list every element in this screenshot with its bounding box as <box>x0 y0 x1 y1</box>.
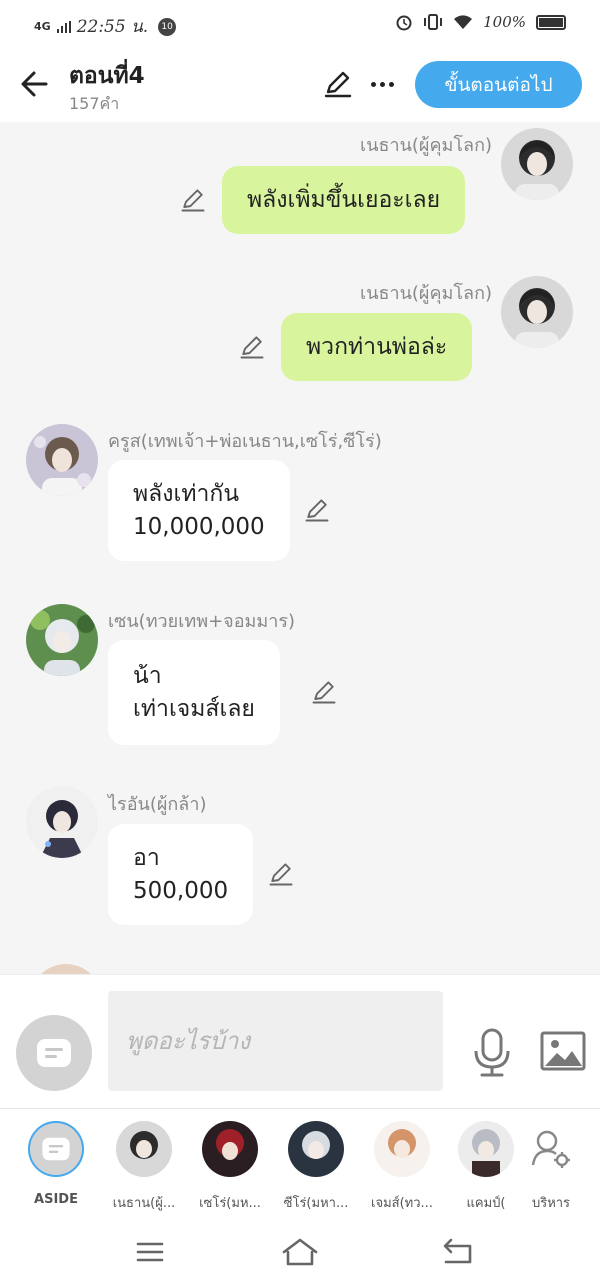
more-icon[interactable] <box>366 68 398 100</box>
character-item[interactable]: เนธาน(ผู้... <box>104 1121 184 1213</box>
avatar <box>28 1121 84 1177</box>
message-text-line: อา <box>133 844 160 871</box>
avatar[interactable] <box>30 964 102 974</box>
status-left: 4G 22:55 น. 10 <box>34 13 177 40</box>
avatar <box>374 1121 430 1177</box>
network-indicator: 4G <box>34 20 51 33</box>
next-step-button[interactable]: ขั้นตอนต่อไป <box>415 61 582 108</box>
status-bar: 4G 22:55 น. 10 100% <box>0 0 600 46</box>
message-input[interactable] <box>108 991 443 1091</box>
character-bar: ASIDE เนธาน(ผู้... เซโร่(มห... ซีโร่(มหา… <box>0 1108 600 1216</box>
avatar <box>288 1121 344 1177</box>
pencil-icon[interactable] <box>267 860 295 888</box>
manage-characters-button[interactable]: บริหาร <box>511 1121 591 1213</box>
battery-icon <box>536 14 566 30</box>
message-text-line: พลังเพิ่มขึ้นเยอะเลย <box>247 186 441 213</box>
character-label: ซีโร่(มหา... <box>283 1196 349 1211</box>
message-sender: เซน(ทวยเทพ+จอมมาร) <box>108 611 296 632</box>
avatar[interactable] <box>26 604 98 676</box>
message-text-line: น้า <box>133 662 162 689</box>
notification-badge: 10 <box>158 17 177 36</box>
chat-area[interactable]: เนธาน(ผู้คุมโลก) พลังเพิ่มขึ้นเยอะเลย เน… <box>0 122 600 974</box>
message-bubble[interactable]: พวกท่านพ่อล่ะ <box>281 313 473 381</box>
avatar[interactable] <box>501 276 573 348</box>
character-label: เซโร่(มห... <box>199 1196 261 1211</box>
image-icon[interactable] <box>540 1031 586 1071</box>
character-label: ASIDE <box>34 1192 78 1207</box>
avatar <box>202 1121 258 1177</box>
message-sender: ครูส(เทพเจ้า+พ่อเนธาน,เซโร่,ซีโร่) <box>108 431 382 452</box>
vibrate-icon <box>424 14 443 30</box>
aside-toggle-button[interactable] <box>16 1015 92 1091</box>
chapter-header: ตอนที่4 157คำ ขั้นตอนต่อไป <box>0 46 600 122</box>
avatar[interactable] <box>26 786 98 858</box>
message-bubble[interactable]: น้า เท่าเจมส์เลย <box>108 640 280 745</box>
avatar[interactable] <box>26 424 98 496</box>
character-item[interactable]: เซโร่(มห... <box>190 1121 270 1213</box>
message-sender: ไรอัน(ผู้กล้า) <box>108 794 207 815</box>
character-aside[interactable]: ASIDE <box>16 1121 96 1207</box>
message-bubble[interactable]: พลังเพิ่มขึ้นเยอะเลย <box>222 166 466 234</box>
pencil-icon[interactable] <box>238 333 266 361</box>
message-bubble[interactable]: อา 500,000 <box>108 824 254 925</box>
message-text-line: 500,000 <box>133 877 229 904</box>
chapter-title: ตอนที่4 <box>69 63 145 89</box>
status-time: 22:55 น. <box>76 17 149 37</box>
message-sender: เนธาน(ผู้คุมโลก) <box>360 135 492 156</box>
character-item[interactable]: เจมส์(ทว... <box>362 1121 442 1213</box>
aside-chat-icon <box>42 1137 70 1161</box>
signal-icon <box>56 20 71 33</box>
microphone-icon[interactable] <box>470 1027 514 1079</box>
character-label: เจมส์(ทว... <box>371 1196 433 1211</box>
manage-user-icon <box>523 1121 579 1177</box>
character-label: เนธาน(ผู้... <box>112 1196 176 1211</box>
message-sender: เนธาน(ผู้คุมโลก) <box>360 283 492 304</box>
pencil-icon[interactable] <box>310 678 338 706</box>
word-count: 157คำ <box>69 94 120 113</box>
message-text-line: พลังเท่ากัน <box>133 480 240 507</box>
message-composer <box>0 974 600 1108</box>
pencil-icon[interactable] <box>179 186 207 214</box>
status-right: 100% <box>395 13 566 31</box>
message-text-line: 10,000,000 <box>133 513 265 540</box>
system-nav-bar <box>0 1216 600 1287</box>
alarm-icon <box>396 15 412 31</box>
character-item[interactable]: ซีโร่(มหา... <box>276 1121 356 1213</box>
home-icon[interactable] <box>280 1234 320 1270</box>
back-arrow-icon[interactable] <box>16 64 56 104</box>
return-icon[interactable] <box>438 1234 478 1270</box>
message-text-line: พวกท่านพ่อล่ะ <box>306 333 448 360</box>
avatar <box>116 1121 172 1177</box>
wifi-icon <box>454 15 473 29</box>
message-text-line: เท่าเจมส์เลย <box>133 695 255 722</box>
avatar[interactable] <box>501 128 573 200</box>
pencil-icon[interactable] <box>322 68 354 100</box>
menu-icon[interactable] <box>130 1234 170 1270</box>
pencil-icon[interactable] <box>303 496 331 524</box>
avatar <box>458 1121 514 1177</box>
aside-chat-icon <box>37 1039 71 1067</box>
character-label: บริหาร <box>531 1196 571 1211</box>
battery-percent: 100% <box>483 13 526 31</box>
message-bubble[interactable]: พลังเท่ากัน 10,000,000 <box>108 460 290 561</box>
